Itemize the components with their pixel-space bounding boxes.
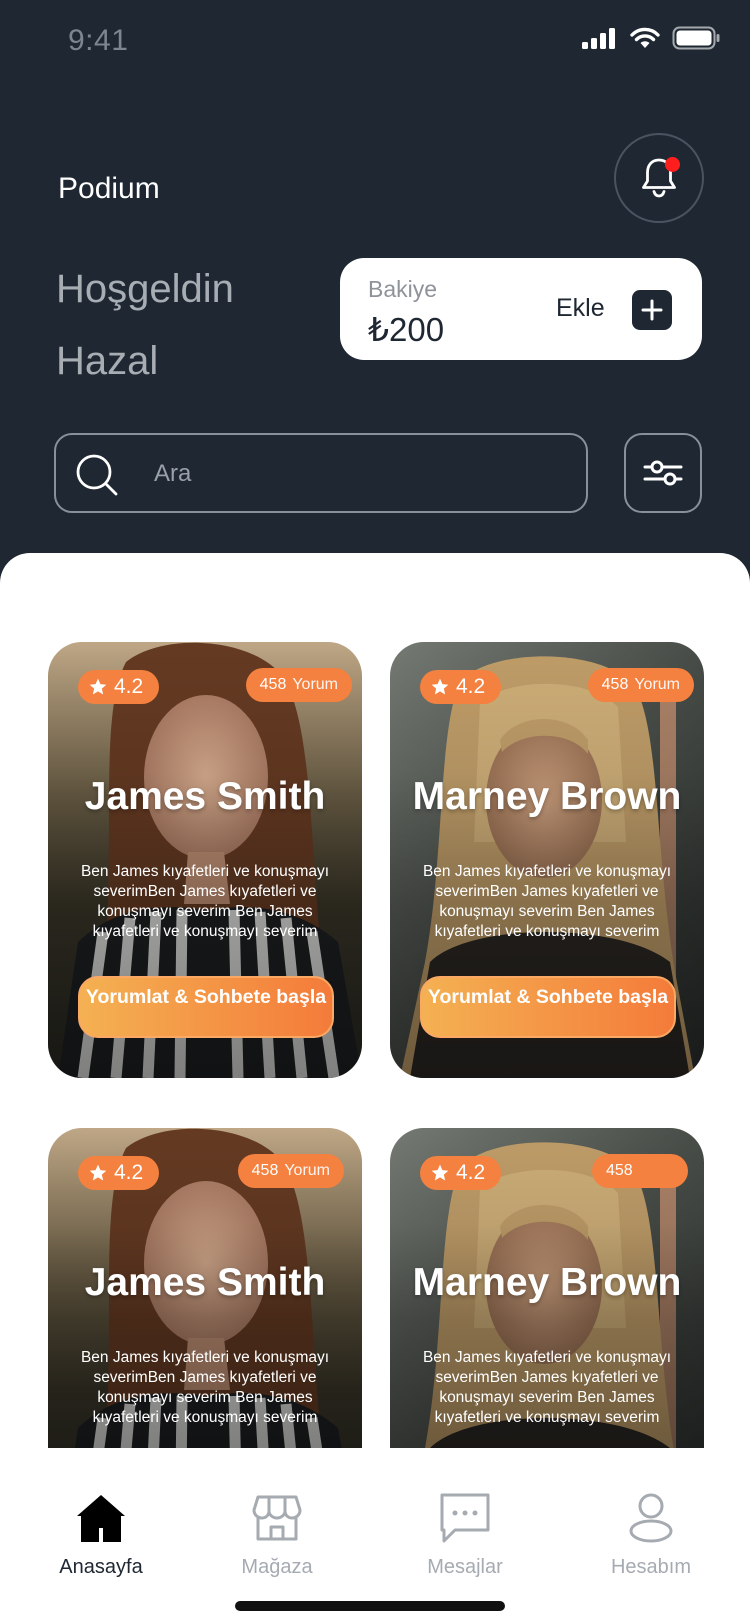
star-icon — [89, 678, 107, 695]
chat-icon — [440, 1493, 490, 1543]
balance-card: Bakiye ₺200 Ekle — [340, 258, 702, 360]
tab-store[interactable]: Mağaza — [192, 1492, 362, 1579]
review-count: 458 — [259, 676, 287, 693]
review-word: Yorum — [284, 1162, 330, 1179]
add-balance-button[interactable] — [632, 290, 672, 330]
cellular-signal-icon — [582, 28, 615, 49]
home-icon — [77, 1495, 125, 1542]
tab-messages[interactable]: Mesajlar — [380, 1492, 550, 1579]
tab-label: Hesabım — [610, 1556, 692, 1578]
profile-card[interactable]: 4.2 458 Marney Brown Ben James kıyafetle… — [390, 1128, 704, 1448]
header: 9:41 Podium Hoşgeldin Hazal Bakiye ₺200 … — [0, 0, 750, 620]
search-icon — [76, 454, 118, 496]
review-count: 458 — [606, 1162, 633, 1179]
review-word: Yorum — [634, 676, 680, 693]
wifi-icon — [630, 27, 660, 48]
search-box — [54, 433, 588, 513]
rating-badge: 4.2 — [78, 1156, 160, 1190]
start-chat-button[interactable]: Yorumlat & Sohbete başla — [78, 976, 334, 1038]
search-input[interactable] — [154, 453, 554, 495]
greeting: Hoşgeldin Hazal — [56, 253, 234, 397]
rating-value: 4.2 — [114, 1161, 144, 1184]
review-count: 458 — [601, 676, 629, 693]
filter-button[interactable] — [624, 433, 702, 513]
star-icon — [431, 1164, 449, 1181]
reviews-badge: 458 Yorum — [245, 668, 352, 702]
greeting-line-2: Hazal — [56, 339, 159, 383]
status-time: 9:41 — [68, 24, 129, 57]
reviews-badge: 458 Yorum — [587, 668, 694, 702]
star-icon — [89, 1164, 107, 1181]
rating-badge: 4.2 — [78, 670, 160, 704]
user-icon — [629, 1493, 673, 1543]
start-chat-button[interactable]: Yorumlat & Sohbete başla — [420, 976, 676, 1038]
plus-icon — [641, 299, 663, 321]
tab-label: Anasayfa — [59, 1556, 143, 1578]
reviews-badge: 458 Yorum — [237, 1154, 344, 1188]
brand-title: Podium — [58, 172, 160, 205]
home-indicator — [235, 1601, 505, 1611]
battery-icon — [672, 26, 720, 50]
card-description: Ben James kıyafetleri ve konuşmayı sever… — [80, 1349, 330, 1426]
profile-card[interactable]: 4.2 458 Yorum James Smith Ben James kıya… — [48, 642, 362, 1078]
rating-value: 4.2 — [456, 1161, 486, 1184]
rating-value: 4.2 — [114, 675, 144, 698]
card-description: Ben James kıyafetleri ve konuşmayı sever… — [80, 863, 330, 940]
card-name: Marney Brown — [412, 775, 682, 818]
balance-label: Bakiye — [368, 276, 438, 302]
notification-dot — [665, 157, 680, 172]
rating-badge: 4.2 — [420, 670, 502, 704]
tab-home[interactable]: Anasayfa — [16, 1492, 186, 1579]
tab-label: Mağaza — [241, 1556, 313, 1578]
greeting-line-1: Hoşgeldin — [56, 267, 234, 311]
sliders-icon — [643, 460, 683, 486]
tab-label: Mesajlar — [427, 1556, 503, 1578]
card-name: Marney Brown — [412, 1261, 682, 1304]
rating-badge: 4.2 — [420, 1156, 502, 1190]
card-name: James Smith — [84, 775, 326, 818]
card-description: Ben James kıyafetleri ve konuşmayı sever… — [422, 863, 672, 940]
profile-card[interactable]: 4.2 458 Yorum James Smith Ben James kıya… — [48, 1128, 362, 1448]
reviews-badge: 458 — [592, 1154, 688, 1188]
status-icons — [582, 26, 720, 50]
review-count: 458 — [251, 1162, 279, 1179]
rating-value: 4.2 — [456, 675, 486, 698]
tab-bar: Anasayfa Mağaza Mesajlar Hesabım — [0, 1448, 750, 1624]
review-word: Yorum — [292, 676, 338, 693]
add-balance-label[interactable]: Ekle — [556, 294, 605, 323]
balance-amount: ₺200 — [368, 311, 445, 348]
status-bar: 9:41 — [0, 0, 750, 84]
profile-card[interactable]: 4.2 458 Yorum Marney Brown Ben James kıy… — [390, 642, 704, 1078]
store-icon — [252, 1495, 302, 1541]
star-icon — [431, 678, 449, 695]
tab-account[interactable]: Hesabım — [566, 1492, 736, 1579]
notifications-button[interactable] — [614, 133, 704, 223]
card-description: Ben James kıyafetleri ve konuşmayı sever… — [422, 1349, 672, 1426]
card-name: James Smith — [84, 1261, 326, 1304]
